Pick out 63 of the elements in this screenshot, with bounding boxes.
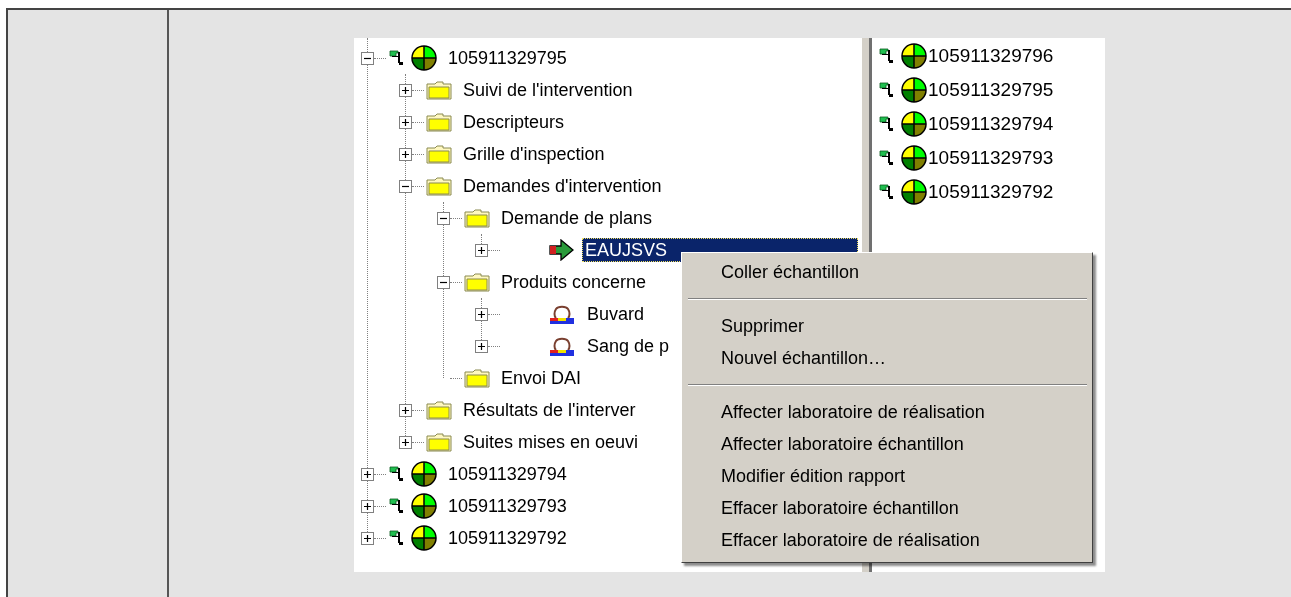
- status-circle-icon: [901, 111, 927, 137]
- expand-toggle[interactable]: [399, 115, 412, 129]
- tree-item[interactable]: Demandes d'intervention: [460, 174, 665, 198]
- folder-icon: [426, 144, 452, 164]
- tree-item[interactable]: Grille d'inspection: [460, 142, 608, 166]
- expand-toggle[interactable]: [475, 243, 488, 257]
- expand-toggle[interactable]: [361, 499, 374, 513]
- folder-icon: [426, 400, 452, 420]
- expand-toggle[interactable]: [361, 467, 374, 481]
- folder-icon: [426, 432, 452, 452]
- status-circle-icon: [901, 179, 927, 205]
- tree-item[interactable]: Descripteurs: [460, 110, 568, 134]
- menu-item[interactable]: Modifier édition rapport: [685, 460, 1089, 492]
- status-circle-icon: [411, 493, 437, 519]
- folder-icon: [464, 208, 490, 228]
- list-item[interactable]: 105911329794: [928, 113, 1054, 135]
- status-circle-icon: [901, 77, 927, 103]
- menu-item[interactable]: Nouvel échantillon…: [685, 342, 1089, 374]
- tree-item[interactable]: Buvard: [584, 302, 648, 326]
- expand-toggle[interactable]: [399, 435, 412, 449]
- folder-icon: [426, 112, 452, 132]
- menu-item[interactable]: Effacer laboratoire échantillon: [685, 492, 1089, 524]
- arrow-icon: [548, 239, 574, 261]
- tree-item[interactable]: 105911329795: [445, 46, 570, 70]
- list-item[interactable]: 105911329793: [928, 147, 1054, 169]
- status-circle-icon: [411, 525, 437, 551]
- expand-toggle[interactable]: [475, 339, 488, 353]
- bust-icon: [548, 303, 576, 325]
- collapse-toggle[interactable]: [399, 179, 412, 193]
- menu-item[interactable]: Affecter laboratoire de réalisation: [685, 396, 1089, 428]
- status-circle-icon: [411, 45, 437, 71]
- list-item[interactable]: 105911329796: [928, 45, 1054, 67]
- expand-toggle[interactable]: [399, 83, 412, 97]
- expand-toggle[interactable]: [475, 307, 488, 321]
- folder-icon: [464, 368, 490, 388]
- tree-item[interactable]: Suivi de l'intervention: [460, 78, 636, 102]
- bust-icon: [548, 335, 576, 357]
- collapse-toggle[interactable]: [437, 275, 450, 289]
- tree-item[interactable]: 105911329794: [445, 462, 570, 486]
- status-circle-icon: [411, 461, 437, 487]
- folder-icon: [426, 80, 452, 100]
- menu-item[interactable]: Effacer laboratoire de réalisation: [685, 524, 1089, 556]
- menu-item[interactable]: Affecter laboratoire échantillon: [685, 428, 1089, 460]
- list-item[interactable]: 105911329792: [928, 181, 1054, 203]
- status-circle-icon: [901, 43, 927, 69]
- list-item[interactable]: 105911329795: [928, 79, 1054, 101]
- expand-toggle[interactable]: [399, 147, 412, 161]
- expand-toggle[interactable]: [399, 403, 412, 417]
- tree-item[interactable]: 105911329793: [445, 494, 570, 518]
- folder-icon: [426, 176, 452, 196]
- tree-item[interactable]: 105911329792: [445, 526, 570, 550]
- tree-item[interactable]: Demande de plans: [498, 206, 656, 230]
- folder-icon: [464, 272, 490, 292]
- collapse-toggle[interactable]: [437, 211, 450, 225]
- tree-item[interactable]: Résultats de l'interver: [460, 398, 639, 422]
- status-circle-icon: [901, 145, 927, 171]
- tree-item[interactable]: Sang de p: [584, 334, 673, 358]
- menu-item[interactable]: Supprimer: [685, 310, 1089, 342]
- collapse-toggle[interactable]: [361, 51, 374, 65]
- expand-toggle[interactable]: [361, 531, 374, 545]
- tree-item[interactable]: Suites mises en oeuvi: [460, 430, 642, 454]
- tree-item[interactable]: Envoi DAI: [498, 366, 585, 390]
- tree-item[interactable]: Produits concerne: [498, 270, 650, 294]
